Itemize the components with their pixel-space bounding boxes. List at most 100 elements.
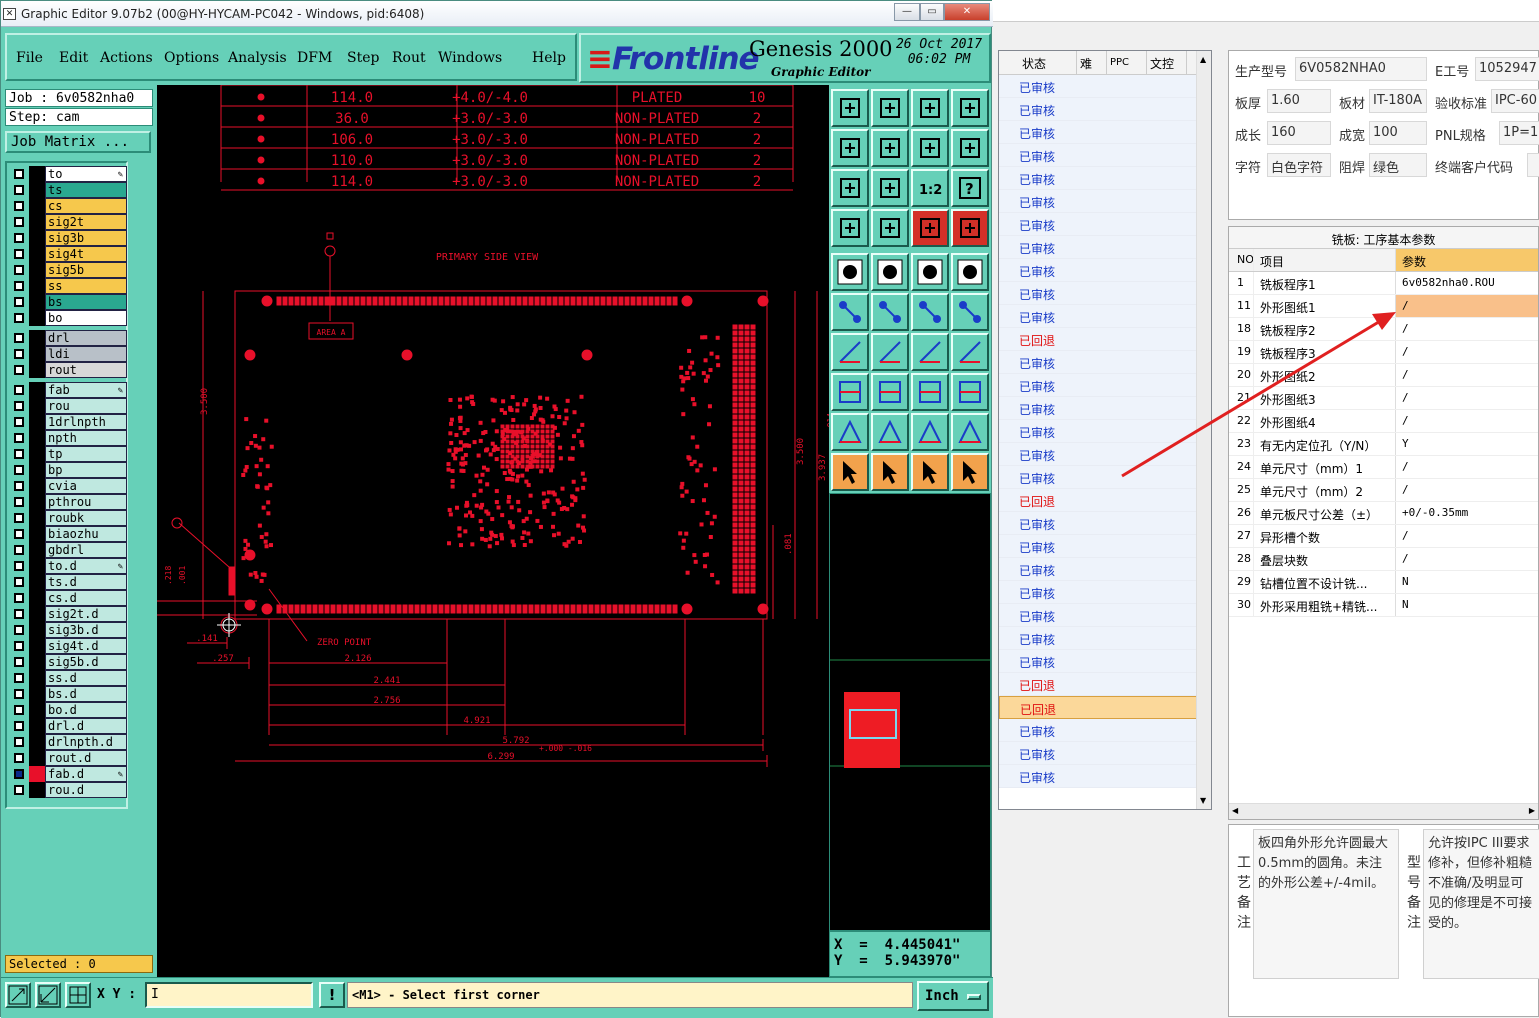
layer-display-swatch[interactable]: [29, 622, 45, 638]
layer-name[interactable]: bo.d: [45, 702, 127, 718]
layer-name[interactable]: sig5b.d: [45, 654, 127, 670]
layer-row[interactable]: pthrou: [9, 494, 127, 510]
param-value[interactable]: N: [1395, 571, 1538, 593]
layer-name[interactable]: bp: [45, 462, 127, 478]
layer-affected-checkbox[interactable]: [14, 737, 24, 747]
layer-row[interactable]: rout.d: [9, 750, 127, 766]
status-row[interactable]: 已审核: [999, 742, 1197, 765]
layer-row[interactable]: rou: [9, 398, 127, 414]
status-row[interactable]: 已审核: [999, 236, 1197, 259]
layer-affected-checkbox[interactable]: [14, 785, 24, 795]
layer-name[interactable]: drl.d: [45, 718, 127, 734]
param-value[interactable]: /: [1395, 387, 1538, 409]
layer-row[interactable]: drlnpth.d: [9, 734, 127, 750]
param-value[interactable]: 6v0582nha0.ROU: [1395, 272, 1538, 294]
menu-actions[interactable]: Actions: [100, 50, 153, 66]
layer-affected-checkbox[interactable]: [14, 689, 24, 699]
layer-name[interactable]: ss.d: [45, 670, 127, 686]
layer-name[interactable]: sig3b.d: [45, 622, 127, 638]
layer-next-tool-button[interactable]: [871, 129, 909, 167]
grid-button[interactable]: [65, 982, 91, 1008]
layer-row[interactable]: bs: [9, 294, 127, 310]
layer-name[interactable]: rou.d: [45, 782, 127, 798]
move-vertex-tool-button[interactable]: [911, 413, 949, 451]
minimize-button[interactable]: —: [894, 3, 920, 21]
layer-row[interactable]: bp: [9, 462, 127, 478]
layer-affected-checkbox[interactable]: [14, 217, 24, 227]
join-tool-button[interactable]: [831, 373, 869, 411]
menu-help[interactable]: Help: [532, 50, 566, 66]
ruler-tool-button[interactable]: [911, 253, 949, 291]
menu-windows[interactable]: Windows: [438, 50, 502, 66]
scroll-right-icon[interactable]: ▶: [1529, 806, 1535, 815]
param-value[interactable]: +0/-0.35mm: [1395, 502, 1538, 524]
layer-name[interactable]: bo: [45, 310, 127, 326]
layer-row[interactable]: bo: [9, 310, 127, 326]
layer-display-swatch[interactable]: [29, 558, 45, 574]
layer-affected-checkbox[interactable]: [14, 641, 24, 651]
rotate-tool-button[interactable]: [911, 333, 949, 371]
layer-affected-checkbox[interactable]: [14, 529, 24, 539]
params-row[interactable]: 1 铣板程序1 6v0582nha0.ROU: [1229, 272, 1538, 295]
layer-display-swatch[interactable]: [29, 526, 45, 542]
delete-tool-button[interactable]: [871, 293, 909, 331]
drc-tool-button[interactable]: [911, 209, 949, 247]
layer-affected-checkbox[interactable]: [14, 609, 24, 619]
layer-display-swatch[interactable]: [29, 246, 45, 262]
layer-name[interactable]: gbdrl: [45, 542, 127, 558]
layer-display-swatch[interactable]: [29, 278, 45, 294]
layer-affected-checkbox[interactable]: [14, 169, 24, 179]
status-row[interactable]: 已审核: [999, 650, 1197, 673]
mirror-tool-button[interactable]: [951, 333, 989, 371]
layer-display-swatch[interactable]: [29, 478, 45, 494]
layer-display-swatch[interactable]: [29, 414, 45, 430]
layer-affected-checkbox[interactable]: [14, 313, 24, 323]
layer-display-swatch[interactable]: [29, 734, 45, 750]
scroll-left-icon[interactable]: ◀: [1232, 806, 1238, 815]
param-value[interactable]: Y: [1395, 433, 1538, 455]
layer-affected-checkbox[interactable]: [14, 385, 24, 395]
model-remark-text[interactable]: 允许按IPC III要求修补，但修补粗糙不准确/及明显可见的修理是不可接受的。: [1423, 829, 1539, 979]
layer-affected-checkbox[interactable]: [14, 753, 24, 763]
status-row[interactable]: 已回退: [999, 673, 1197, 696]
drc2-tool-button[interactable]: [951, 209, 989, 247]
layer-name[interactable]: tp: [45, 446, 127, 462]
layer-row[interactable]: bs.d: [9, 686, 127, 702]
layer-display-swatch[interactable]: [29, 718, 45, 734]
layer-row[interactable]: roubk: [9, 510, 127, 526]
col-ppc[interactable]: PPC: [1107, 51, 1147, 74]
status-row[interactable]: 已审核: [999, 282, 1197, 305]
layer-name[interactable]: ts: [45, 182, 127, 198]
layer-display-swatch[interactable]: [29, 670, 45, 686]
layer-row[interactable]: sig3b: [9, 230, 127, 246]
layer-display-swatch[interactable]: [29, 430, 45, 446]
width-field[interactable]: 100: [1369, 121, 1427, 145]
menu-step[interactable]: Step: [347, 50, 379, 66]
layer-affected-checkbox[interactable]: [14, 577, 24, 587]
params-row[interactable]: 28 叠层块数 /: [1229, 548, 1538, 571]
params-hscrollbar[interactable]: ◀ ▶: [1229, 803, 1538, 819]
layer-affected-checkbox[interactable]: [14, 265, 24, 275]
status-row[interactable]: 已审核: [999, 374, 1197, 397]
status-row[interactable]: 已审核: [999, 443, 1197, 466]
layer-affected-checkbox[interactable]: [14, 513, 24, 523]
layer-row[interactable]: sig2t.d: [9, 606, 127, 622]
status-row[interactable]: 已审核: [999, 558, 1197, 581]
layer-row[interactable]: npth: [9, 430, 127, 446]
line-tool-button[interactable]: [871, 253, 909, 291]
layer-affected-checkbox[interactable]: [14, 593, 24, 603]
units-button[interactable]: Inch: [917, 981, 989, 1011]
status-row[interactable]: 已审核: [999, 581, 1197, 604]
layer-name[interactable]: cs: [45, 198, 127, 214]
layer-name[interactable]: biaozhu: [45, 526, 127, 542]
col-status[interactable]: 状态: [1019, 51, 1077, 74]
layer-display-swatch[interactable]: [29, 362, 45, 378]
param-value[interactable]: /: [1395, 525, 1538, 547]
layer-display-swatch[interactable]: [29, 230, 45, 246]
layer-display-swatch[interactable]: [29, 574, 45, 590]
undo-tool-button[interactable]: [911, 129, 949, 167]
layer-display-swatch[interactable]: [29, 462, 45, 478]
layer-display-swatch[interactable]: [29, 166, 45, 182]
extend-tool-button[interactable]: [871, 333, 909, 371]
layer-name[interactable]: rou: [45, 398, 127, 414]
